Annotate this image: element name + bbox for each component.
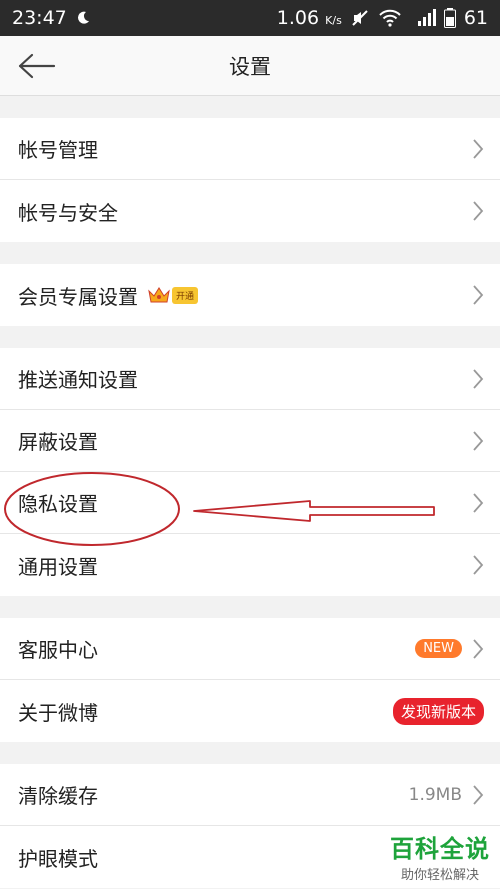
speed-value: 1.06 xyxy=(276,7,320,29)
back-arrow-icon xyxy=(18,53,56,79)
settings-group-account: 帐号管理 帐号与安全 xyxy=(0,118,500,242)
signal-4g-icon xyxy=(410,8,436,28)
vip-open-label: 开通 xyxy=(172,286,199,304)
settings-group-vip: 会员专属设置 开通 xyxy=(0,264,500,326)
row-label: 客服中心 xyxy=(18,638,98,662)
row-general-settings[interactable]: 通用设置 xyxy=(0,534,500,596)
section-gap xyxy=(0,596,500,618)
row-label: 关于微博 xyxy=(18,700,98,725)
chevron-right-icon xyxy=(473,638,484,659)
row-block-settings[interactable]: 屏蔽设置 xyxy=(0,410,500,472)
row-label: 护眼模式 xyxy=(18,846,98,871)
section-gap xyxy=(0,96,500,118)
chevron-right-icon xyxy=(473,784,484,805)
row-vip-settings[interactable]: 会员专属设置 开通 xyxy=(0,264,500,326)
crown-icon xyxy=(148,287,170,303)
update-badge: 发现新版本 xyxy=(392,697,484,725)
watermark-subtitle: 助你轻松解决 xyxy=(400,868,479,883)
moon-icon xyxy=(75,10,91,26)
chevron-right-icon xyxy=(473,430,484,451)
status-right: 1.06 K/s 61 xyxy=(277,7,488,29)
watermark: 百科全说 助你轻松解决 xyxy=(390,829,490,883)
status-left: 23:47 xyxy=(12,7,91,29)
row-label: 屏蔽设置 xyxy=(18,430,98,454)
section-gap xyxy=(0,242,500,264)
chevron-right-icon xyxy=(473,138,484,159)
wifi-icon xyxy=(378,8,402,28)
row-customer-service[interactable]: 客服中心 NEW xyxy=(0,618,500,680)
section-gap xyxy=(0,742,500,764)
new-badge: NEW xyxy=(415,639,462,658)
speed-unit: K/s xyxy=(325,14,342,27)
row-clear-cache[interactable]: 清除缓存 1.9MB xyxy=(0,764,500,826)
mute-icon xyxy=(350,8,370,28)
section-gap xyxy=(0,326,500,348)
row-label: 帐号管理 xyxy=(18,138,98,162)
row-label: 帐号与安全 xyxy=(18,200,118,225)
cache-size: 1.9MB xyxy=(408,784,462,805)
page-title: 设置 xyxy=(229,54,271,79)
row-privacy-settings[interactable]: 隐私设置 xyxy=(0,472,500,534)
row-label: 推送通知设置 xyxy=(18,368,138,392)
chevron-right-icon xyxy=(473,201,484,221)
network-speed: 1.06 K/s xyxy=(277,7,342,29)
settings-group-support: 客服中心 NEW 关于微博 发现新版本 xyxy=(0,618,500,742)
settings-group-general: 推送通知设置 屏蔽设置 隐私设置 通用设置 xyxy=(0,348,500,596)
chevron-right-icon xyxy=(473,368,484,389)
nav-bar: 设置 xyxy=(0,36,500,96)
row-about-weibo[interactable]: 关于微博 发现新版本 xyxy=(0,680,500,742)
row-account-security[interactable]: 帐号与安全 xyxy=(0,180,500,242)
back-button[interactable] xyxy=(18,50,58,82)
status-bar: 23:47 1.06 K/s 61 xyxy=(0,0,500,36)
row-account-management[interactable]: 帐号管理 xyxy=(0,118,500,180)
battery-level: 61 xyxy=(463,7,488,29)
watermark-title: 百科全说 xyxy=(390,835,490,863)
status-time: 23:47 xyxy=(12,7,67,29)
chevron-right-icon xyxy=(473,285,484,305)
row-label: 会员专属设置 xyxy=(18,284,138,309)
row-push-notification[interactable]: 推送通知设置 xyxy=(0,348,500,410)
row-label: 隐私设置 xyxy=(18,492,98,516)
battery-icon xyxy=(443,8,456,28)
chevron-right-icon xyxy=(473,555,484,575)
chevron-right-icon xyxy=(473,492,484,513)
vip-badge[interactable]: 开通 xyxy=(148,286,199,304)
row-label: 清除缓存 xyxy=(18,784,98,808)
row-label: 通用设置 xyxy=(18,554,98,579)
